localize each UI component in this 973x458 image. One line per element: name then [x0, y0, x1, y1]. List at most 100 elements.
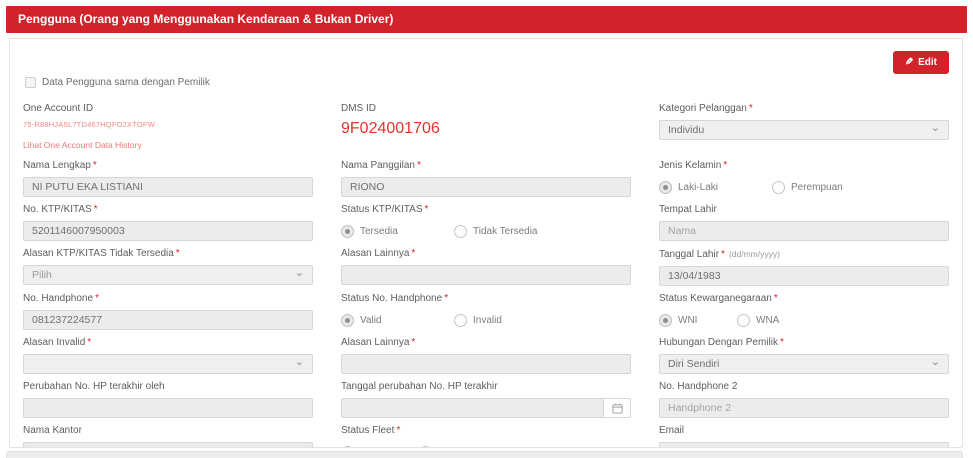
nama-lengkap-input[interactable]	[23, 177, 313, 197]
radio-unselected-icon	[737, 314, 750, 327]
required-marker: *	[774, 293, 778, 304]
tanggal-perubahan-hp-input[interactable]	[341, 398, 604, 418]
toolbar: ✎ Edit	[23, 51, 949, 74]
field-no-handphone: No. Handphone*	[23, 293, 313, 330]
required-marker: *	[417, 160, 421, 171]
radio-label: Retail	[360, 447, 386, 449]
kategori-pelanggan-value: Individu	[668, 124, 704, 136]
field-tanggal-perubahan-hp: Tanggal perubahan No. HP terakhir	[341, 381, 631, 418]
required-marker: *	[95, 293, 99, 304]
radio-label: WNI	[678, 315, 697, 326]
field-status-ktp-kitas: Status KTP/KITAS* Tersedia Tidak Tersedi…	[341, 204, 631, 241]
no-handphone-2-input[interactable]	[659, 398, 949, 418]
one-account-id-label: One Account ID	[23, 103, 93, 114]
field-no-ktp-kitas: No. KTP/KITAS*	[23, 204, 313, 241]
no-handphone-input[interactable]	[23, 310, 313, 330]
field-nama-kantor: Nama Kantor	[23, 425, 313, 448]
field-nama-lengkap: Nama Lengkap*	[23, 160, 313, 197]
edit-button-label: Edit	[918, 57, 937, 68]
radio-wni[interactable]: WNI	[659, 314, 737, 327]
tanggal-lahir-input[interactable]	[659, 266, 949, 286]
radio-label: Tidak Tersedia	[473, 226, 537, 237]
hubungan-dengan-pemilik-select[interactable]: Diri Sendiri ⌄	[659, 354, 949, 374]
form-grid: One Account ID 75-R88HJA5L7TD467HQFO2XTO…	[23, 103, 949, 448]
radio-invalid[interactable]: Invalid	[454, 314, 502, 327]
tanggal-perubahan-hp-label: Tanggal perubahan No. HP terakhir	[341, 381, 498, 392]
required-marker: *	[780, 337, 784, 348]
edit-button[interactable]: ✎ Edit	[893, 51, 949, 74]
radio-fleet[interactable]: Fleet	[419, 446, 460, 449]
required-marker: *	[94, 204, 98, 215]
nama-panggilan-input[interactable]	[341, 177, 631, 197]
status-kewarganegaraan-label: Status Kewarganegaraan	[659, 293, 772, 304]
alasan-ktp-value: Pilih	[32, 269, 52, 281]
radio-perempuan[interactable]: Perempuan	[772, 181, 843, 194]
chevron-down-icon: ⌄	[295, 268, 304, 279]
email-input[interactable]	[659, 442, 949, 448]
radio-unselected-icon	[454, 314, 467, 327]
same-as-owner-label: Data Pengguna sama dengan Pemilik	[42, 77, 210, 88]
radio-selected-icon	[341, 225, 354, 238]
no-handphone-2-label: No. Handphone 2	[659, 381, 737, 392]
alasan-lainnya-hp-label: Alasan Lainnya	[341, 337, 409, 348]
no-ktp-kitas-input[interactable]	[23, 221, 313, 241]
radio-tidak-tersedia[interactable]: Tidak Tersedia	[454, 225, 537, 238]
field-alasan-lainnya-hp: Alasan Lainnya*	[341, 337, 631, 374]
required-marker: *	[411, 248, 415, 259]
field-jenis-kelamin: Jenis Kelamin* Laki-Laki Perempuan	[659, 160, 949, 197]
one-account-id-value: 75-R88HJA5L7TD467HQFO2XTOFW	[23, 120, 313, 129]
radio-selected-icon	[341, 314, 354, 327]
required-marker: *	[411, 337, 415, 348]
form-card: ✎ Edit Data Pengguna sama dengan Pemilik…	[9, 38, 963, 448]
radio-valid[interactable]: Valid	[341, 314, 454, 327]
alasan-invalid-select[interactable]: ⌄	[23, 354, 313, 374]
radio-unselected-icon	[454, 225, 467, 238]
required-marker: *	[93, 160, 97, 171]
field-status-kewarganegaraan: Status Kewarganegaraan* WNI WNA	[659, 293, 949, 330]
radio-tersedia[interactable]: Tersedia	[341, 225, 454, 238]
no-ktp-kitas-label: No. KTP/KITAS	[23, 204, 92, 215]
chevron-down-icon: ⌄	[931, 357, 940, 368]
alasan-lainnya-ktp-input[interactable]	[341, 265, 631, 285]
required-marker: *	[425, 204, 429, 215]
radio-unselected-icon	[772, 181, 785, 194]
field-nama-panggilan: Nama Panggilan*	[341, 160, 631, 197]
tanggal-lahir-label: Tanggal Lahir	[659, 249, 719, 260]
field-one-account-id: One Account ID 75-R88HJA5L7TD467HQFO2XTO…	[23, 103, 313, 153]
field-status-fleet: Status Fleet* Retail Fleet	[341, 425, 631, 448]
required-marker: *	[444, 293, 448, 304]
kategori-pelanggan-select[interactable]: Individu ⌄	[659, 120, 949, 140]
alasan-ktp-label: Alasan KTP/KITAS Tidak Tersedia	[23, 248, 174, 259]
required-marker: *	[396, 425, 400, 436]
field-email: Email	[659, 425, 949, 448]
radio-retail[interactable]: Retail	[341, 446, 419, 449]
radio-unselected-icon	[419, 446, 432, 449]
tempat-lahir-input[interactable]	[659, 221, 949, 241]
alasan-lainnya-ktp-label: Alasan Lainnya	[341, 248, 409, 259]
required-marker: *	[176, 248, 180, 259]
radio-selected-icon	[659, 181, 672, 194]
one-account-history-link[interactable]: Lihat One Account Data History	[23, 140, 142, 150]
pencil-icon: ✎	[905, 58, 913, 68]
calendar-icon[interactable]	[604, 398, 631, 418]
field-dms-id: DMS ID 9F024001706	[341, 103, 631, 153]
alasan-lainnya-hp-input[interactable]	[341, 354, 631, 374]
no-handphone-label: No. Handphone	[23, 293, 93, 304]
jenis-kelamin-label: Jenis Kelamin	[659, 160, 721, 171]
required-marker: *	[87, 337, 91, 348]
radio-label: Laki-Laki	[678, 182, 718, 193]
chevron-down-icon: ⌄	[295, 357, 304, 368]
same-as-owner-checkbox[interactable]	[25, 77, 36, 88]
required-marker: *	[723, 160, 727, 171]
radio-laki-laki[interactable]: Laki-Laki	[659, 181, 772, 194]
field-alasan-invalid: Alasan Invalid* ⌄	[23, 337, 313, 374]
perubahan-hp-oleh-input[interactable]	[23, 398, 313, 418]
nama-kantor-input[interactable]	[23, 442, 313, 448]
radio-wna[interactable]: WNA	[737, 314, 779, 327]
section-title: Pengguna (Orang yang Menggunakan Kendara…	[18, 12, 393, 26]
status-fleet-label: Status Fleet	[341, 425, 394, 436]
date-format-hint: (dd/mm/yyyy)	[729, 249, 780, 259]
alasan-ktp-select[interactable]: Pilih ⌄	[23, 265, 313, 285]
hubungan-dengan-pemilik-value: Diri Sendiri	[668, 358, 719, 370]
radio-selected-icon	[659, 314, 672, 327]
